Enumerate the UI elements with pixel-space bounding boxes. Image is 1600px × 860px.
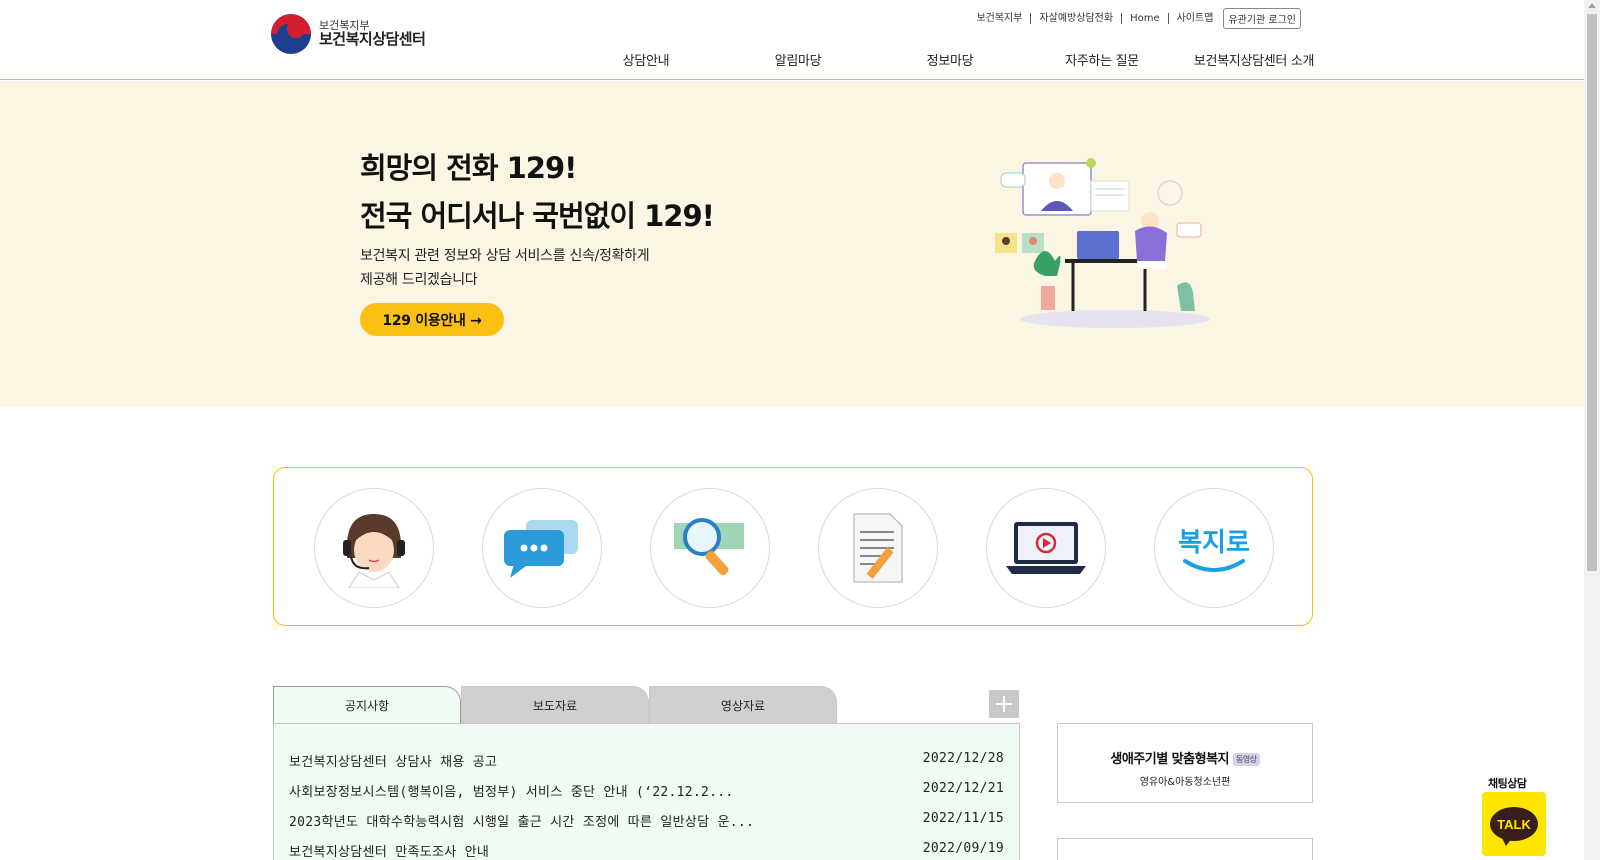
video-badge: 동영상: [1233, 753, 1260, 766]
quick-item-bokjiro[interactable]: 복지로: [1154, 488, 1274, 608]
quick-item-document[interactable]: [818, 488, 938, 608]
hero-desc-line2: 제공해 드리겠습니다: [360, 272, 478, 288]
row-date: 2022/12/28: [922, 751, 1004, 766]
hero-title-line1: 희망의 전화 129!: [360, 151, 577, 185]
util-link-suicide-hotline[interactable]: 자살예방상담전화: [1031, 13, 1123, 24]
quick-item-video[interactable]: [986, 488, 1106, 608]
document-icon: [853, 513, 903, 583]
site-logo[interactable]: 보건복지부 보건복지상담센터: [271, 14, 426, 54]
129-guide-button[interactable]: 129 이용안내 →: [360, 303, 504, 336]
talk-bubble-icon: TALK: [1490, 807, 1538, 846]
util-link-sitemap[interactable]: 사이트맵: [1169, 13, 1222, 24]
row-title: 사회보장정보시스템(행복이음, 범정부) 서비스 중단 안내 (‘22.12.2…: [289, 785, 734, 800]
util-link-ministry[interactable]: 보건복지부: [968, 13, 1032, 24]
logo-center-text: 보건복지상담센터: [319, 29, 426, 48]
quick-menu: 복지로: [273, 467, 1313, 626]
tab-notice[interactable]: 공지사항: [273, 686, 461, 723]
row-title: 2023학년도 대학수학능력시험 시행일 출근 시간 조정에 따른 일반상담 운…: [289, 815, 755, 830]
nav-item-counsel-guide[interactable]: 상담안내: [570, 50, 722, 69]
nav-item-info[interactable]: 정보마당: [874, 50, 1026, 69]
vertical-scrollbar[interactable]: [1584, 0, 1600, 860]
talk-text: TALK: [1497, 816, 1531, 832]
board-tabs: 공지사항 보도자료 영상자료: [273, 686, 837, 723]
side-subtitle: 영유아&아동청소년편: [1139, 777, 1231, 788]
main-navigation: 상담안내 알림마당 정보마당 자주하는 질문 보건복지상담센터 소개: [570, 50, 1330, 69]
row-date: 2022/12/21: [922, 781, 1004, 796]
counselor-icon: [343, 514, 405, 588]
tab-video[interactable]: 영상자료: [649, 686, 837, 723]
lifecycle-welfare-banner[interactable]: 생애주기별 맞춤형복지 동영상 영유아&아동청소년편: [1057, 723, 1313, 803]
quick-item-counselor[interactable]: [314, 488, 434, 608]
site-header: 보건복지부 보건복지상담센터 보건복지부 자살예방상담전화 Home 사이트맵 …: [0, 0, 1584, 80]
chat-consult-label: 채팅상담: [1488, 777, 1527, 790]
table-row[interactable]: 보건복지상담센터 만족도조사 안내 2022/09/19: [289, 841, 1004, 860]
util-link-home[interactable]: Home: [1122, 13, 1169, 24]
partner-login-button[interactable]: 유관기관 로그인: [1223, 8, 1301, 29]
row-date: 2022/11/15: [922, 811, 1004, 826]
video-play-icon: [1006, 522, 1086, 574]
table-row[interactable]: 2023학년도 대학수학능력시험 시행일 출근 시간 조정에 따른 일반상담 운…: [289, 811, 1004, 833]
chat-bubbles-icon: [504, 520, 578, 578]
row-title: 보건복지상담센터 만족도조사 안내: [289, 845, 490, 860]
hero-title: 희망의 전화 129! 전국 어디서나 국번없이 129!: [360, 144, 715, 240]
bokjiro-logo-icon: 복지로: [1178, 528, 1250, 572]
hero-description: 보건복지 관련 정보와 상담 서비스를 신속/정확하게 제공해 드리겠습니다: [360, 244, 650, 292]
government-emblem-icon: [271, 14, 311, 54]
kakao-talk-button[interactable]: TALK: [1482, 792, 1546, 856]
notice-board: 보건복지상담센터 상담사 채용 공고 2022/12/28 사회보장정보시스템(…: [273, 723, 1020, 860]
scroll-up-icon[interactable]: [1588, 3, 1596, 8]
row-title: 보건복지상담센터 상담사 채용 공고: [289, 755, 498, 770]
counselor-desk-illustration: [995, 158, 1210, 328]
tab-press[interactable]: 보도자료: [461, 686, 649, 723]
hero-title-line2: 전국 어디서나 국번없이 129!: [360, 199, 715, 233]
nav-item-faq[interactable]: 자주하는 질문: [1026, 50, 1178, 69]
nav-item-about[interactable]: 보건복지상담센터 소개: [1178, 50, 1330, 69]
side-title: 생애주기별 맞춤형복지 동영상: [1058, 748, 1312, 767]
quick-item-chat[interactable]: [482, 488, 602, 608]
side-title-text: 생애주기별 맞춤형복지: [1110, 752, 1229, 767]
hero-desc-line1: 보건복지 관련 정보와 상담 서비스를 신속/정확하게: [360, 248, 650, 264]
more-plus-button[interactable]: [989, 690, 1019, 718]
search-magnifier-icon: [674, 518, 744, 576]
side-banner-secondary[interactable]: [1057, 838, 1313, 860]
table-row[interactable]: 보건복지상담센터 상담사 채용 공고 2022/12/28: [289, 751, 1004, 773]
quick-item-search[interactable]: [650, 488, 770, 608]
hero-banner: 희망의 전화 129! 전국 어디서나 국번없이 129! 보건복지 관련 정보…: [0, 81, 1584, 406]
table-row[interactable]: 사회보장정보시스템(행복이음, 범정부) 서비스 중단 안내 (‘22.12.2…: [289, 781, 1004, 803]
scrollbar-thumb[interactable]: [1587, 14, 1597, 571]
row-date: 2022/09/19: [922, 841, 1004, 856]
bokjiro-logo-text: 복지로: [1178, 528, 1250, 558]
utility-links: 보건복지부 자살예방상담전화 Home 사이트맵 유관기관 로그인: [968, 8, 1301, 29]
nav-item-notice[interactable]: 알림마당: [722, 50, 874, 69]
